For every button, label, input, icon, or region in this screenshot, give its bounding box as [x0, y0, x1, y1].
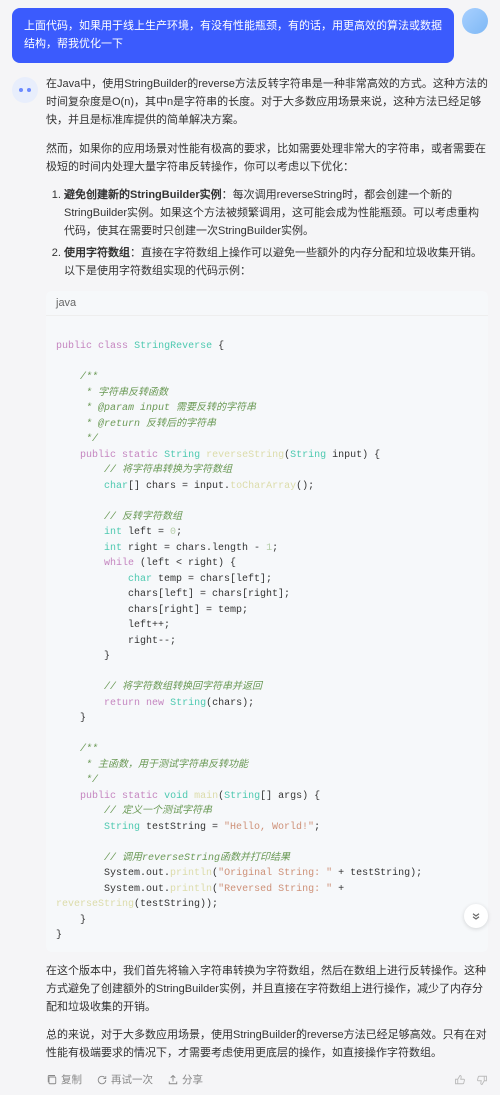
list-item: 使用字符数组：直接在字符数组上操作可以避免一些额外的内存分配和垃圾收集开销。以下…: [64, 244, 488, 280]
bot-message-row: 在Java中，使用StringBuilder的reverse方法反转字符串是一种…: [12, 75, 488, 1087]
thumbs-up-icon[interactable]: [454, 1074, 466, 1086]
share-button[interactable]: 分享: [167, 1072, 203, 1087]
scroll-to-bottom-button[interactable]: [464, 904, 488, 928]
thumbs-down-icon[interactable]: [476, 1074, 488, 1086]
message-actions: 复制 再试一次 分享: [46, 1072, 488, 1087]
user-message-row: 上面代码，如果用于线上生产环境，有没有性能瓶颈，有的话，用更高效的算法或数据结构…: [12, 8, 488, 63]
user-avatar[interactable]: [462, 8, 488, 34]
bot-avatar: [12, 77, 38, 103]
copy-button[interactable]: 复制: [46, 1072, 82, 1087]
retry-icon: [96, 1074, 108, 1086]
bot-para-3: 在这个版本中，我们首先将输入字符串转换为字符数组，然后在数组上进行反转操作。这种…: [46, 962, 488, 1016]
code-body[interactable]: public class StringReverse { /** * 字符串反转…: [46, 316, 488, 952]
bot-para-4: 总的来说，对于大多数应用场景，使用StringBuilder的reverse方法…: [46, 1026, 488, 1062]
bot-para-1: 在Java中，使用StringBuilder的reverse方法反转字符串是一种…: [46, 75, 488, 129]
code-lang-label: java: [46, 291, 488, 316]
list-item: 避免创建新的StringBuilder实例：每次调用reverseString时…: [64, 186, 488, 240]
copy-icon: [46, 1074, 58, 1086]
retry-button[interactable]: 再试一次: [96, 1072, 153, 1087]
bot-para-2: 然而，如果你的应用场景对性能有极高的要求，比如需要处理非常大的字符串，或者需要在…: [46, 140, 488, 176]
chevron-double-down-icon: [470, 910, 482, 922]
user-message-text: 上面代码，如果用于线上生产环境，有没有性能瓶颈，有的话，用更高效的算法或数据结构…: [12, 8, 454, 63]
optimization-list: 避免创建新的StringBuilder实例：每次调用reverseString时…: [46, 186, 488, 281]
share-icon: [167, 1074, 179, 1086]
code-block: java public class StringReverse { /** * …: [46, 291, 488, 952]
